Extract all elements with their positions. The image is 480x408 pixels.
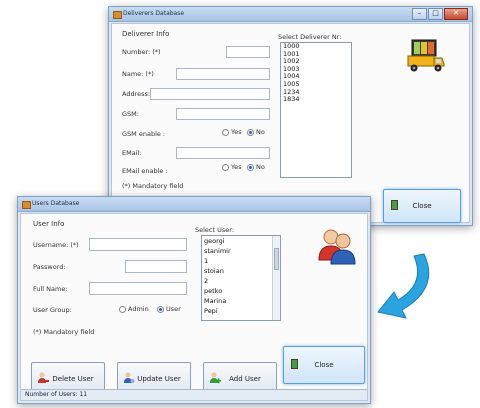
- scrollbar-thumb[interactable]: [274, 248, 279, 270]
- add-user-label: Add User: [229, 375, 261, 383]
- deliverers-titlebar[interactable]: Deliverers Database – □ ✕: [109, 7, 472, 22]
- maximize-button[interactable]: □: [428, 8, 443, 20]
- user-list-item[interactable]: 2: [202, 276, 280, 286]
- email-yes-radio[interactable]: [222, 164, 229, 171]
- admin-label: Admin: [128, 305, 149, 313]
- gsm-no-label: No: [256, 128, 265, 136]
- username-label: Username: (*): [33, 241, 79, 249]
- gsm-field[interactable]: [176, 108, 270, 120]
- user-list-scrollbar[interactable]: [272, 236, 280, 320]
- user-info-heading: User Info: [33, 220, 65, 228]
- transition-arrow-icon: [372, 248, 442, 328]
- deliverer-list-item[interactable]: 1834: [281, 96, 351, 104]
- gsm-label: GSM:: [122, 110, 139, 118]
- admin-radio[interactable]: [119, 306, 126, 313]
- email-no-radio[interactable]: [247, 164, 254, 171]
- users-close-label: Close: [314, 361, 334, 369]
- username-field[interactable]: [89, 238, 187, 251]
- email-label: EMail:: [122, 149, 142, 157]
- gsm-yes-label: Yes: [231, 128, 242, 136]
- email-field[interactable]: [176, 147, 270, 159]
- users-icon: [317, 226, 357, 266]
- user-list-item[interactable]: georgi: [202, 236, 280, 246]
- deliverer-close-label: Close: [412, 202, 432, 210]
- gsm-enable-label: GSM enable :: [122, 130, 166, 138]
- mandatory-note: (*) Mandatory field: [122, 182, 184, 190]
- password-field[interactable]: [125, 260, 187, 273]
- app-icon: [113, 11, 122, 19]
- truck-icon: [404, 34, 446, 76]
- delete-user-label: Delete User: [52, 375, 94, 383]
- mandatory-note: (*) Mandatory field: [33, 328, 95, 336]
- app-icon: [22, 201, 31, 209]
- select-user-label: Select User:: [195, 226, 235, 234]
- user-radio-label: User: [166, 305, 181, 313]
- deliverer-list[interactable]: 1000 1001 1002 1003 1004 1005 1234 1834: [280, 42, 352, 178]
- users-titlebar[interactable]: Users Database: [18, 197, 370, 212]
- minimize-button[interactable]: –: [412, 8, 427, 20]
- user-list-item[interactable]: petko: [202, 286, 280, 296]
- users-window-title: Users Database: [32, 200, 80, 207]
- deliverers-window: Deliverers Database – □ ✕ Deliverer Info…: [108, 6, 473, 226]
- users-client: User Info Username: (*) Password: Full N…: [20, 213, 368, 401]
- select-deliverer-label: Select Deliverer Nr:: [278, 33, 342, 41]
- user-list-item[interactable]: 1: [202, 256, 280, 266]
- address-label: Address:: [122, 90, 151, 98]
- number-label: Number: (*): [122, 48, 161, 56]
- fullname-label: Full Name:: [33, 285, 68, 293]
- user-group-label: User Group:: [33, 306, 72, 314]
- password-label: Password:: [33, 263, 66, 271]
- user-list-item[interactable]: Pepi: [202, 306, 280, 316]
- gsm-yes-radio[interactable]: [222, 129, 229, 136]
- number-field[interactable]: [226, 46, 270, 58]
- window-close-button[interactable]: ✕: [444, 8, 468, 20]
- fullname-field[interactable]: [89, 282, 187, 295]
- email-no-label: No: [256, 163, 265, 171]
- gsm-no-radio[interactable]: [247, 129, 254, 136]
- user-list[interactable]: georgi stanimir 1 stoian 2 petko Marina Pepi: [201, 235, 281, 321]
- user-list-item[interactable]: Marina: [202, 296, 280, 306]
- email-enable-label: EMail enable :: [122, 167, 168, 175]
- user-radio[interactable]: [157, 306, 164, 313]
- address-field[interactable]: [150, 88, 270, 100]
- deliverers-window-title: Deliverers Database: [123, 10, 185, 17]
- user-list-item[interactable]: stanimir: [202, 246, 280, 256]
- name-label: Name: (*): [122, 70, 154, 78]
- users-window: Users Database User Info Username: (*) P…: [17, 196, 371, 404]
- update-user-label: Update User: [137, 375, 181, 383]
- name-field[interactable]: [176, 68, 270, 80]
- deliverer-info-heading: Deliverer Info: [122, 30, 170, 38]
- status-bar: Number of Users: 11: [21, 389, 367, 400]
- deliverer-close-button[interactable]: Close: [383, 189, 461, 223]
- deliverers-client: Deliverer Info Number: (*) Name: (*) Add…: [111, 23, 470, 223]
- user-count-status: Number of Users: 11: [25, 391, 88, 398]
- email-yes-label: Yes: [231, 163, 242, 171]
- user-list-item[interactable]: stoian: [202, 266, 280, 276]
- users-close-button[interactable]: Close: [283, 346, 365, 384]
